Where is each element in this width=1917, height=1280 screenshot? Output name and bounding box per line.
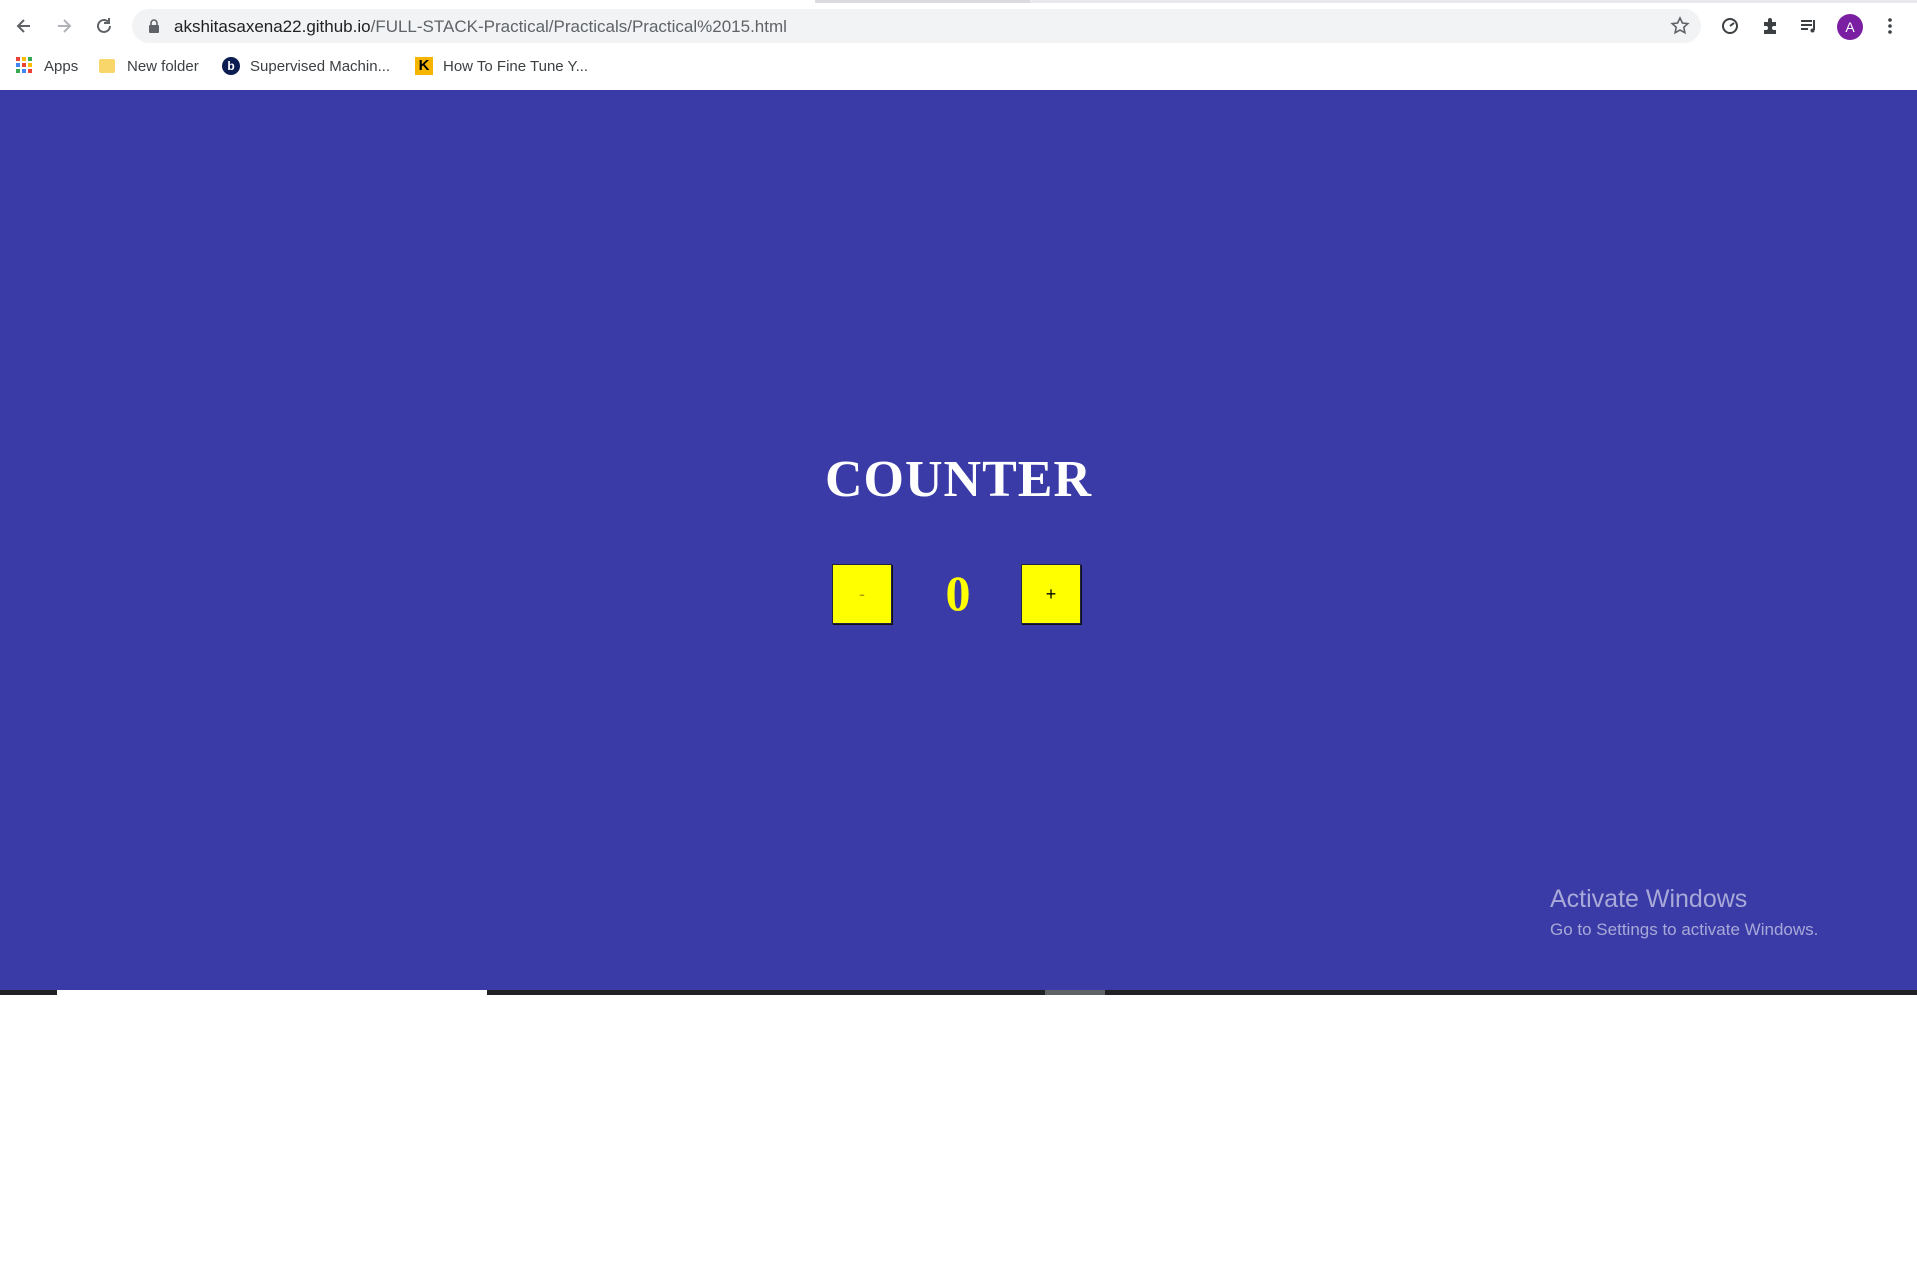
increment-button[interactable]: + — [1021, 564, 1081, 624]
media-controls-button[interactable] — [1795, 12, 1823, 40]
browser-chrome: akshitasaxena22.github.io/FULL-STACK-Pra… — [0, 0, 1917, 90]
back-arrow-icon — [16, 19, 30, 33]
url-path: /FULL-STACK-Practical/Practicals/Practic… — [370, 17, 787, 36]
profile-avatar[interactable]: A — [1837, 14, 1863, 40]
folder-icon — [99, 57, 117, 75]
forward-button[interactable] — [48, 10, 80, 42]
more-vertical-icon — [1888, 18, 1892, 34]
bookmark-label: New folder — [127, 57, 199, 75]
bottom-strip-highlight — [1045, 990, 1105, 995]
bookmark-fine-tune[interactable]: K How To Fine Tune Y... — [415, 54, 588, 78]
activate-windows-watermark: Activate Windows Go to Settings to activ… — [1550, 885, 1818, 940]
bookmarks-bar: Apps New folder b Supervised Machin... K… — [0, 50, 1917, 82]
page-content: COUNTER - 0 + Activate Windows Go to Set… — [0, 90, 1917, 990]
bookmark-apps[interactable]: Apps — [16, 54, 78, 78]
forward-arrow-icon — [58, 19, 72, 33]
bottom-strip — [0, 990, 1917, 995]
bookmark-supervised-machine[interactable]: b Supervised Machin... — [222, 54, 390, 78]
back-button[interactable] — [8, 10, 40, 42]
playlist-icon — [1801, 20, 1815, 33]
counter-value: 0 — [945, 565, 971, 621]
browser-toolbar: akshitasaxena22.github.io/FULL-STACK-Pra… — [0, 4, 1917, 46]
bookmark-star-button[interactable] — [1669, 15, 1691, 37]
k-site-icon: K — [415, 57, 433, 75]
puzzle-icon — [1764, 18, 1776, 34]
star-icon — [1670, 16, 1690, 35]
tab-strip-segment — [1030, 0, 1917, 3]
b-site-icon: b — [222, 57, 240, 75]
browser-menu-button[interactable] — [1876, 12, 1904, 40]
tab-strip-segment — [815, 0, 1030, 3]
bottom-strip-highlight — [57, 990, 487, 995]
address-bar[interactable]: akshitasaxena22.github.io/FULL-STACK-Pra… — [132, 9, 1701, 43]
page-title: COUNTER — [824, 451, 1093, 508]
extensions-button[interactable] — [1756, 12, 1784, 40]
watermark-title: Activate Windows — [1550, 885, 1748, 913]
speedometer-icon — [1722, 18, 1738, 34]
bookmark-label: Apps — [44, 57, 79, 75]
bookmark-label: How To Fine Tune Y... — [443, 57, 589, 75]
url-text: akshitasaxena22.github.io/FULL-STACK-Pra… — [174, 17, 787, 37]
apps-grid-icon — [16, 57, 34, 75]
lock-icon — [149, 19, 159, 33]
counter-controls: - 0 + — [832, 564, 1082, 626]
reload-icon — [97, 18, 111, 33]
reload-button[interactable] — [88, 10, 120, 42]
decrement-button[interactable]: - — [832, 564, 892, 624]
bookmark-label: Supervised Machin... — [250, 57, 391, 75]
performance-extension-button[interactable] — [1716, 12, 1744, 40]
url-host: akshitasaxena22.github.io — [174, 17, 371, 36]
watermark-subtitle: Go to Settings to activate Windows. — [1550, 920, 1819, 939]
bookmark-new-folder[interactable]: New folder — [99, 54, 199, 78]
